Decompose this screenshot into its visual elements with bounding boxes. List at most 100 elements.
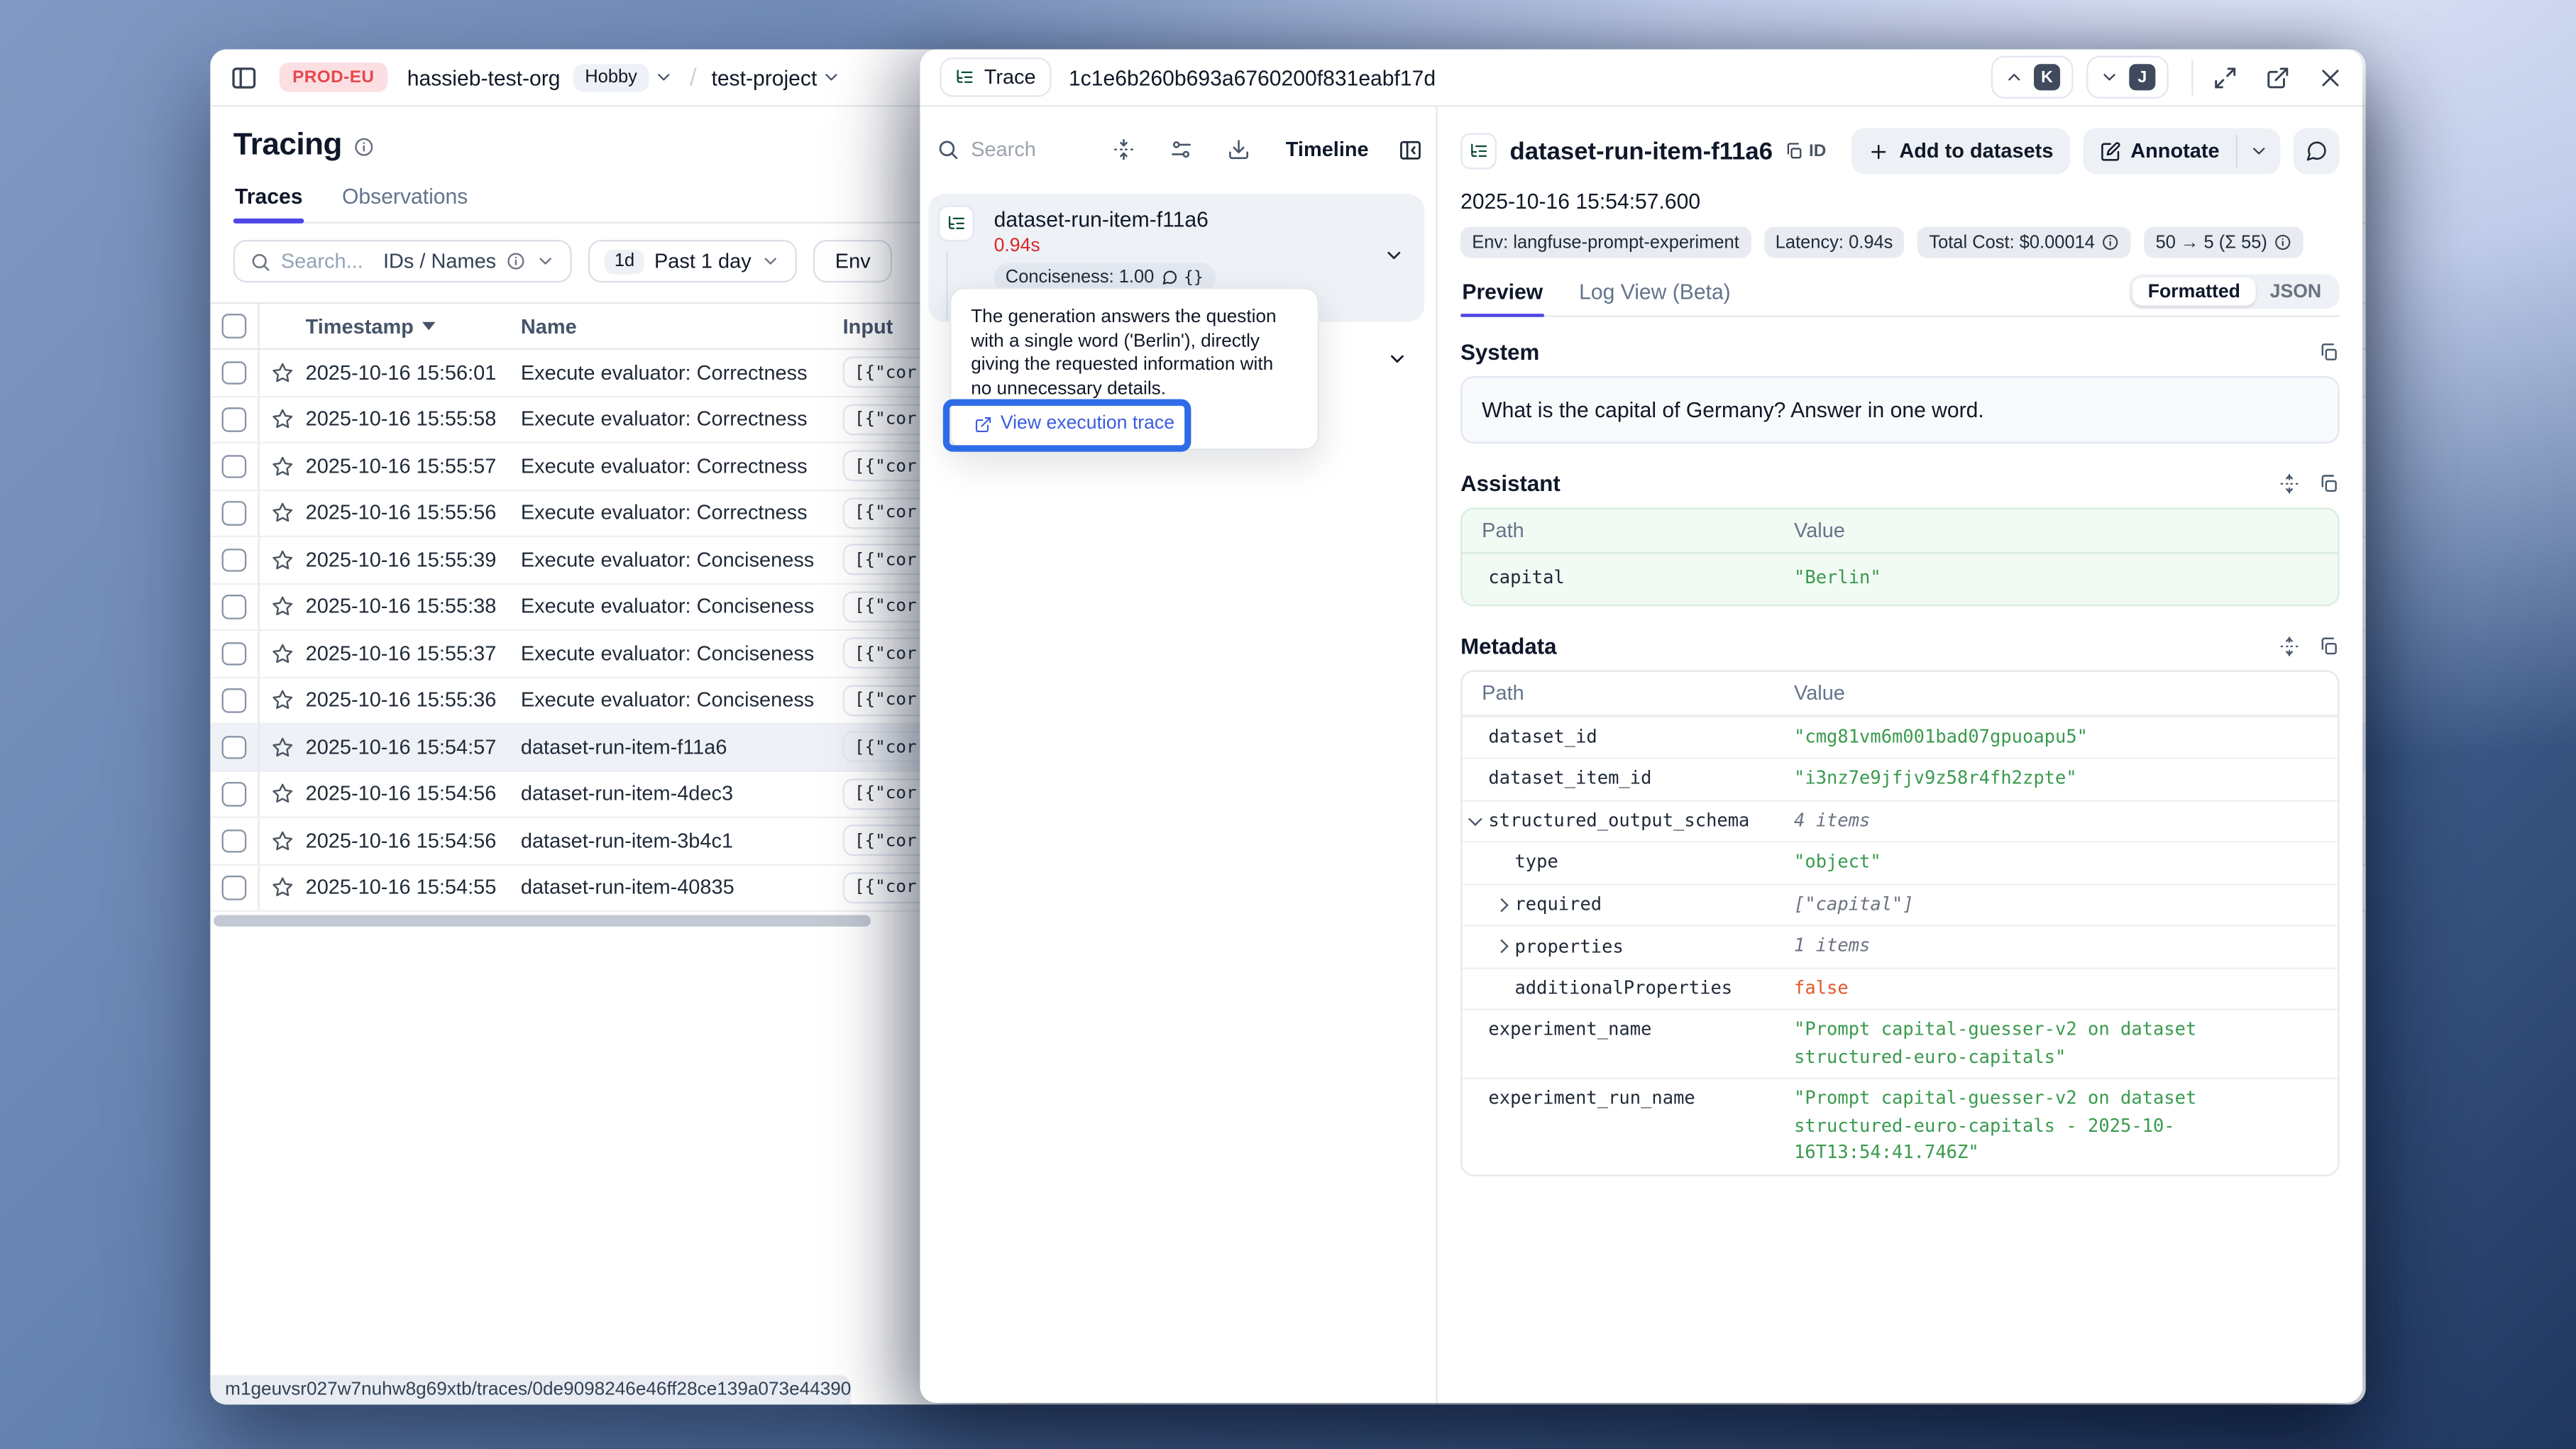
copy-icon[interactable] — [2318, 473, 2340, 495]
row-name: Execute evaluator: Conciseness — [521, 689, 843, 712]
unfold-vertical-icon[interactable] — [2279, 635, 2300, 656]
info-icon[interactable] — [353, 136, 375, 157]
expand-icon[interactable] — [2213, 65, 2238, 89]
row-timestamp: 2025-10-16 15:55:57 — [306, 455, 521, 478]
annotate-dropdown-chevron-icon[interactable] — [2238, 128, 2280, 175]
annotate-split-button[interactable]: Annotate — [2083, 128, 2280, 175]
metadata-row[interactable]: structured_output_schema 4 items — [1462, 799, 2338, 841]
row-checkbox[interactable] — [210, 631, 259, 676]
tab[interactable]: Traces — [233, 184, 304, 221]
path-column-header: Path — [1482, 681, 1794, 704]
search-input[interactable]: Search... IDs / Names — [233, 240, 572, 282]
star-icon[interactable] — [260, 830, 306, 852]
star-icon[interactable] — [260, 689, 306, 712]
sidebar-toggle-icon[interactable] — [230, 63, 258, 91]
timeline-toggle[interactable]: Timeline — [1286, 138, 1369, 160]
node-chevron-down-icon[interactable] — [1383, 245, 1404, 266]
row-name: Execute evaluator: Conciseness — [521, 595, 843, 618]
metadata-row[interactable]: dataset_id "cmg81vm6m001bad07gpuoapu5" — [1462, 715, 2338, 757]
row-checkbox[interactable] — [210, 678, 259, 723]
detail-tabs: Preview Log View (Beta) — [1460, 280, 1732, 316]
star-icon[interactable] — [260, 642, 306, 665]
metadata-row[interactable]: required ["capital"] — [1462, 883, 2338, 925]
row-timestamp: 2025-10-16 15:55:56 — [306, 502, 521, 524]
format-option[interactable]: Formatted — [2133, 277, 2255, 305]
name-column-header[interactable]: Name — [521, 314, 843, 337]
copy-id-icon[interactable] — [1784, 141, 1804, 161]
assistant-section: Assistant — [1460, 471, 2340, 605]
prev-trace-button[interactable]: K — [1991, 56, 2074, 99]
range-chip: 1d — [605, 249, 644, 274]
star-icon[interactable] — [260, 455, 306, 478]
download-icon[interactable] — [1226, 138, 1249, 160]
copy-icon[interactable] — [2318, 635, 2340, 656]
tree-search-input[interactable]: Search — [971, 138, 1036, 160]
breadcrumb-separator: / — [690, 63, 697, 91]
select-all-checkbox[interactable] — [210, 304, 259, 348]
trace-id[interactable]: 1c1e6b260b693a6760200f831eabf17d — [1069, 65, 1436, 89]
star-icon[interactable] — [260, 876, 306, 899]
close-icon[interactable] — [2318, 65, 2343, 89]
row-checkbox[interactable] — [210, 771, 259, 817]
project-chevron-down-icon[interactable] — [822, 67, 842, 87]
star-icon[interactable] — [260, 783, 306, 805]
env-filter-button[interactable]: Env — [814, 240, 892, 282]
tree-search-icon[interactable] — [937, 138, 959, 160]
chevron-up-icon — [2004, 67, 2024, 87]
fold-vertical-icon[interactable] — [1111, 138, 1134, 160]
row-checkbox[interactable] — [210, 865, 259, 910]
row-checkbox[interactable] — [210, 584, 259, 629]
metadata-row[interactable]: experiment_run_name "Prompt capital-gues… — [1462, 1078, 2338, 1174]
metadata-row[interactable]: dataset_item_id "i3nz7e9jfjv9z58r4fh2zpt… — [1462, 757, 2338, 799]
star-icon[interactable] — [260, 736, 306, 759]
row-checkbox[interactable] — [210, 490, 259, 536]
tree-connector-line — [946, 251, 947, 320]
metadata-row[interactable]: properties 1 items — [1462, 925, 2338, 966]
format-option[interactable]: JSON — [2255, 277, 2336, 305]
metadata-row[interactable]: additionalProperties false — [1462, 966, 2338, 1008]
row-checkbox[interactable] — [210, 537, 259, 583]
date-range-filter[interactable]: 1d Past 1 day — [588, 240, 798, 282]
add-to-datasets-button[interactable]: Add to datasets — [1851, 128, 2069, 175]
expander-chevron-icon — [1495, 940, 1509, 954]
unfold-vertical-icon[interactable] — [2279, 473, 2300, 495]
star-icon[interactable] — [260, 595, 306, 618]
timestamp-column-header[interactable]: Timestamp — [306, 314, 521, 337]
row-checkbox[interactable] — [210, 397, 259, 442]
search-scope-chevron-icon[interactable] — [536, 251, 556, 271]
org-name[interactable]: hassieb-test-org — [407, 65, 561, 89]
open-external-icon[interactable] — [2265, 65, 2290, 89]
star-icon[interactable] — [260, 408, 306, 431]
row-checkbox[interactable] — [210, 350, 259, 395]
system-section: System What is the capital of Germany? A… — [1460, 340, 2340, 443]
detail-tab[interactable]: Preview — [1460, 280, 1544, 316]
project-name[interactable]: test-project — [711, 65, 817, 89]
assistant-row[interactable]: capital "Berlin" — [1462, 553, 2338, 604]
tab[interactable]: Observations — [341, 184, 470, 221]
metadata-row[interactable]: type "object" — [1462, 841, 2338, 883]
highlight-annotation-box — [943, 400, 1191, 452]
row-checkbox[interactable] — [210, 818, 259, 864]
settings-sliders-icon[interactable] — [1169, 138, 1191, 160]
next-trace-button[interactable]: J — [2086, 56, 2169, 99]
row-checkbox[interactable] — [210, 443, 259, 489]
detail-tab[interactable]: Log View (Beta) — [1578, 280, 1732, 316]
panel-collapse-icon[interactable] — [1398, 137, 1423, 162]
org-chevron-down-icon[interactable] — [654, 67, 673, 87]
annotate-pen-icon — [2099, 141, 2120, 162]
assistant-heading: Assistant — [1460, 471, 1561, 496]
row-timestamp: 2025-10-16 15:55:37 — [306, 642, 521, 665]
input-column-header[interactable]: Input — [843, 314, 893, 337]
row-checkbox[interactable] — [210, 724, 259, 770]
metadata-row[interactable]: experiment_name "Prompt capital-guesser-… — [1462, 1008, 2338, 1077]
system-heading: System — [1460, 340, 1539, 365]
comments-button[interactable] — [2294, 128, 2340, 175]
list-tree-icon — [954, 67, 974, 87]
comment-icon — [1161, 270, 1177, 286]
copy-icon[interactable] — [2318, 342, 2340, 363]
star-icon[interactable] — [260, 502, 306, 524]
star-icon[interactable] — [260, 549, 306, 571]
metric-badge: Total Cost: $0.00014 — [1917, 226, 2131, 258]
second-node-chevron-down-icon[interactable] — [1387, 348, 1408, 370]
star-icon[interactable] — [260, 361, 306, 384]
